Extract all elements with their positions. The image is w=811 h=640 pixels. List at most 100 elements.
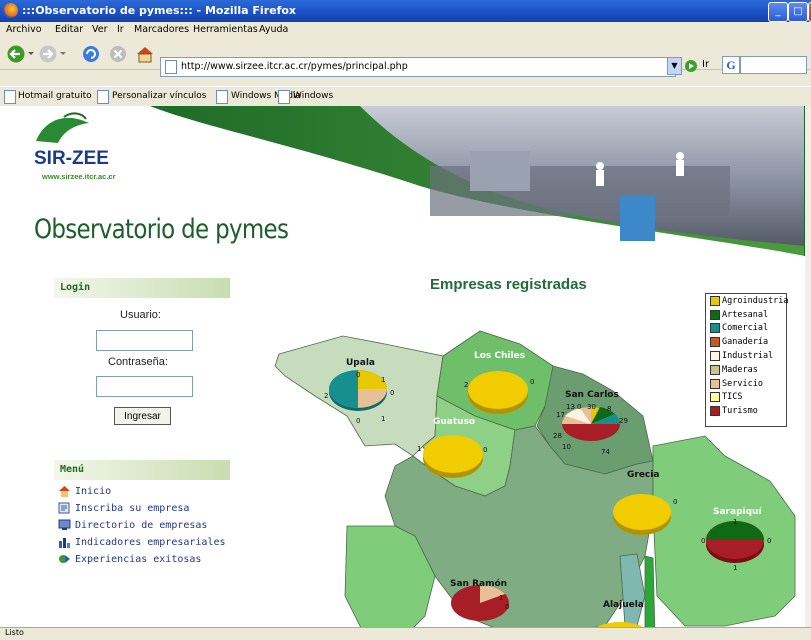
legend-label: TICS: [722, 392, 743, 403]
menu-ver[interactable]: Ver: [92, 24, 108, 35]
menu-item-label: Indicadores empresariales: [75, 536, 226, 548]
bookmark-personalizar[interactable]: Personalizar vínculos: [112, 91, 206, 101]
legend-label: Maderas: [722, 364, 758, 375]
legend-swatch: [710, 364, 720, 375]
firefox-icon: [3, 3, 18, 18]
legend-label: Artesanal: [722, 309, 769, 320]
contrasena-input[interactable]: [96, 376, 193, 397]
menu-item-label: Inicio: [75, 485, 112, 497]
page-content: SIR-ZEE www.sirzee.itcr.ac.cr Observator…: [0, 106, 805, 627]
menu-item-inscriba[interactable]: Inscriba su empresa: [58, 502, 189, 514]
chart-icon: [59, 538, 70, 548]
pie-label: 0: [767, 537, 772, 545]
pie-label: 1: [733, 564, 738, 572]
legend-item: Agroindustria: [706, 294, 789, 308]
region-label-grecia: Grecia: [627, 470, 660, 480]
pie-label: 0: [673, 498, 678, 506]
legend-item: Artesanal: [706, 308, 786, 322]
legend-label: Comercial: [722, 323, 769, 334]
legend-label: Industrial: [722, 351, 774, 362]
pie-label: 2: [324, 392, 329, 400]
menu-archivo[interactable]: Archivo: [6, 24, 42, 35]
login-header: Login: [54, 278, 230, 298]
menu-ayuda[interactable]: Ayuda: [259, 24, 288, 35]
region-label-san-ramon: San Ramón: [450, 579, 508, 589]
pie-label: 0: [577, 403, 582, 411]
usuario-label: Usuario:: [120, 309, 161, 321]
reload-button[interactable]: [81, 44, 101, 64]
search-input[interactable]: [740, 56, 807, 74]
go-icon[interactable]: [684, 59, 698, 73]
legend-swatch: [710, 323, 720, 334]
forward-button[interactable]: [38, 44, 66, 64]
menu-item-directorio[interactable]: Directorio de empresas: [58, 519, 207, 531]
logo-text: SIR-ZEE: [34, 148, 109, 169]
legend-swatch: [710, 309, 720, 320]
url-bar[interactable]: http://www.sirzee.itcr.ac.cr/pymes/princ…: [160, 57, 676, 77]
legend-label: Agroindustria: [722, 295, 789, 306]
map-legend: Agroindustria Artesanal Comercial Ganadería…: [705, 293, 789, 427]
menu-marcadores[interactable]: Marcadores: [134, 24, 189, 35]
menu-header: Menú: [54, 460, 230, 480]
go-button[interactable]: Ir: [702, 59, 709, 70]
menu-item-experiencias[interactable]: Experiencias exitosas: [58, 553, 201, 565]
legend-swatch: [710, 295, 720, 306]
region-label-san-carlos: San Carlos: [565, 390, 619, 400]
pie-label: 28: [553, 432, 562, 440]
menu-editar[interactable]: Editar: [55, 24, 83, 35]
legend-swatch: [710, 406, 720, 417]
ingresar-button[interactable]: Ingresar: [114, 407, 171, 425]
pie-label: 0: [356, 371, 361, 379]
maximize-button[interactable]: □: [788, 2, 808, 22]
back-button[interactable]: [6, 44, 34, 64]
register-icon: [58, 502, 70, 514]
legend-swatch: [710, 337, 720, 348]
status-text: Listo: [5, 628, 24, 637]
pie-label: 1: [417, 445, 422, 453]
pie-label: 13: [566, 403, 575, 411]
pie-label: 0: [701, 537, 706, 545]
menu-item-indicadores[interactable]: Indicadores empresariales: [58, 536, 226, 548]
legend-item: Industrial: [706, 349, 786, 363]
pie-label: 2: [464, 381, 469, 389]
menu-herramientas[interactable]: Herramientas: [193, 24, 258, 35]
pie-label: 0: [505, 603, 510, 611]
pie-label: 1: [499, 594, 504, 602]
bookmark-windows[interactable]: Windows: [293, 91, 333, 101]
pie-label: 29: [619, 417, 628, 425]
search-engine-icon[interactable]: G: [722, 56, 740, 74]
url-text: http://www.sirzee.itcr.ac.cr/pymes/princ…: [181, 61, 408, 72]
pie-label: 30: [587, 403, 596, 411]
menu-ir[interactable]: Ir: [117, 24, 124, 35]
pie-label: 0: [356, 417, 361, 425]
legend-swatch: [710, 392, 720, 403]
contrasena-label: Contraseña:: [108, 356, 168, 368]
bookmark-windows-media[interactable]: Windows Media: [231, 91, 301, 101]
home-button[interactable]: [134, 44, 156, 64]
legend-label: Turismo: [722, 406, 758, 417]
home-icon: [59, 486, 70, 497]
region-label-alajuela: Alajuela: [603, 600, 644, 610]
menu-item-label: Directorio de empresas: [75, 519, 208, 531]
map-title: Empresas registradas: [430, 276, 587, 293]
page-icon: [165, 60, 177, 74]
bookmark-hotmail[interactable]: Hotmail gratuito: [18, 91, 92, 101]
minimize-button[interactable]: _: [768, 2, 788, 22]
pie-label: 1: [733, 518, 738, 526]
directory-icon: [58, 519, 71, 530]
legend-label: Ganadería: [722, 337, 769, 348]
url-dropdown-button[interactable]: ▼: [667, 57, 682, 75]
pie-label: 10: [562, 443, 571, 451]
pie-label: 74: [601, 448, 610, 456]
usuario-input[interactable]: [96, 330, 193, 351]
menu-item-inicio[interactable]: Inicio: [58, 485, 111, 497]
pie-label: 0: [390, 389, 395, 397]
menu-item-label: Experiencias exitosas: [75, 553, 202, 565]
stop-button[interactable]: [108, 44, 128, 64]
pie-label: 8: [607, 405, 612, 413]
vertical-scrollbar[interactable]: [805, 106, 811, 627]
region-label-los-chiles: Los Chiles: [474, 351, 526, 361]
success-icon: [59, 555, 70, 563]
menu-item-label: Inscriba su empresa: [75, 502, 190, 514]
legend-item: Comercial: [706, 322, 786, 336]
